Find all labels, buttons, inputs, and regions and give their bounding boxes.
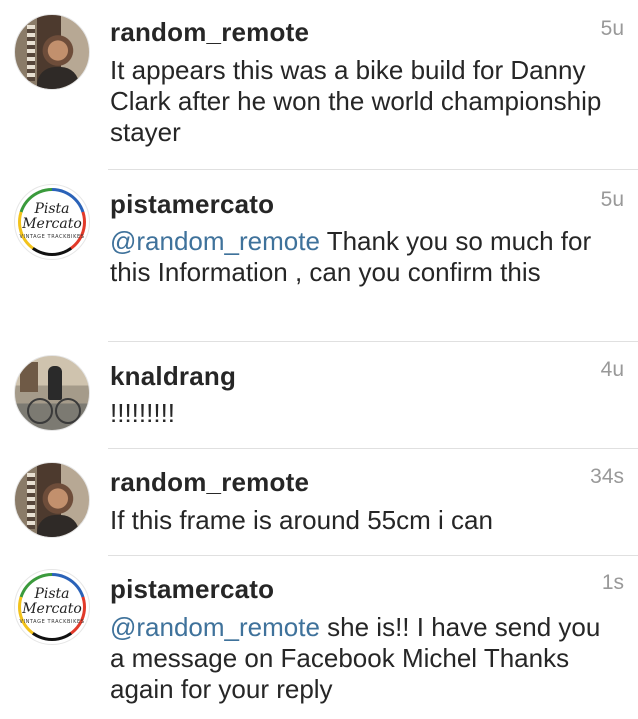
comment-username[interactable]: pistamercato [110,574,274,605]
avatar[interactable] [14,462,90,538]
comment-text: It appears this was a bike build for Dan… [110,55,602,147]
avatar[interactable]: Pista Mercato VINTAGE TRACKBIKES [14,184,90,260]
avatar-photo-detail [27,473,35,529]
avatar-photo-detail [37,515,79,537]
avatar-photo-detail [48,366,62,400]
comment-timestamp: 34s [590,465,624,488]
comment-text: If this frame is around 55cm i can [110,505,493,535]
comment-timestamp: 1s [601,571,624,594]
avatar-photo-detail [27,398,53,424]
avatar[interactable]: Pista Mercato VINTAGE TRACKBIKES [14,569,90,645]
mention-link[interactable]: @random_remote [110,612,320,642]
logo-text: Pista [34,586,70,602]
logo-tagline: VINTAGE TRACKBIKES [19,234,85,240]
mention-link[interactable]: @random_remote [110,226,320,256]
comment-username[interactable]: random_remote [110,467,309,498]
comment-username[interactable]: pistamercato [110,189,274,220]
comment-text: @random_remote she is!! I have send you … [110,612,620,705]
logo-text: Pista [34,201,70,217]
logo-tagline: VINTAGE TRACKBIKES [19,619,85,625]
avatar-photo-detail [55,398,81,424]
logo-text: Mercato [22,601,82,617]
divider [108,169,638,170]
divider [108,341,638,342]
comment-timestamp: 5u [600,17,624,40]
avatar-photo-detail [37,67,79,89]
divider [108,555,638,556]
comment-text: !!!!!!!!! [110,398,176,428]
avatar-photo-detail [20,362,38,392]
avatar[interactable] [14,14,90,90]
comment-timestamp: 5u [600,188,624,211]
avatar[interactable] [14,355,90,431]
comment-timestamp: 4u [600,358,624,381]
divider [108,448,638,449]
comment-username[interactable]: knaldrang [110,361,236,392]
comment-text: @random_remote Thank you so much for thi… [110,226,620,288]
comment-username[interactable]: random_remote [110,17,309,48]
avatar-photo-detail [27,25,35,81]
logo-text: Mercato [22,216,82,232]
